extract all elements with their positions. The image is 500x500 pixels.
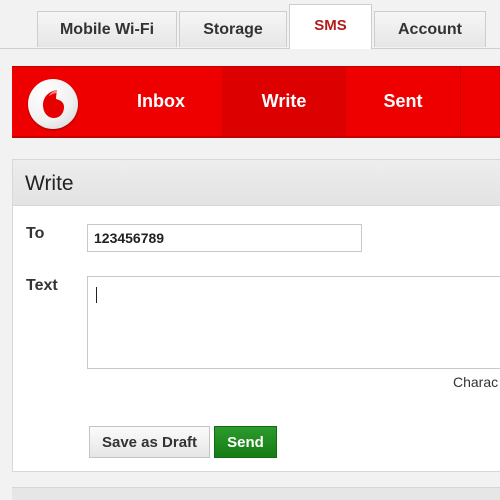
- tab-mobile-wifi[interactable]: Mobile Wi-Fi: [37, 11, 177, 47]
- page: Mobile Wi-Fi Storage SMS Account Inbox W…: [0, 0, 500, 500]
- bottom-panel-edge: [12, 487, 500, 500]
- vodafone-logo-icon: [28, 79, 78, 129]
- text-caret: [96, 287, 97, 303]
- save-as-draft-button[interactable]: Save as Draft: [89, 426, 210, 458]
- nav-divider: [460, 67, 461, 136]
- nav-sent[interactable]: Sent: [346, 67, 460, 136]
- panel-header: Write: [13, 160, 500, 206]
- tab-account[interactable]: Account: [374, 11, 486, 47]
- top-tabs: Mobile Wi-Fi Storage SMS Account: [0, 0, 500, 49]
- panel-title: Write: [25, 172, 74, 195]
- to-input[interactable]: [87, 224, 362, 252]
- nav-write[interactable]: Write: [222, 67, 346, 136]
- tab-storage[interactable]: Storage: [179, 11, 287, 47]
- sms-nav-bar: Inbox Write Sent: [12, 66, 500, 138]
- write-panel: Write To Text Charac Save as Draft Send: [12, 159, 500, 472]
- tab-sms[interactable]: SMS: [289, 4, 372, 49]
- message-textarea[interactable]: [87, 276, 500, 369]
- send-button[interactable]: Send: [214, 426, 277, 458]
- text-label: Text: [26, 277, 58, 294]
- to-label: To: [26, 225, 45, 242]
- character-count-label: Charac: [453, 374, 499, 390]
- nav-inbox[interactable]: Inbox: [100, 67, 222, 136]
